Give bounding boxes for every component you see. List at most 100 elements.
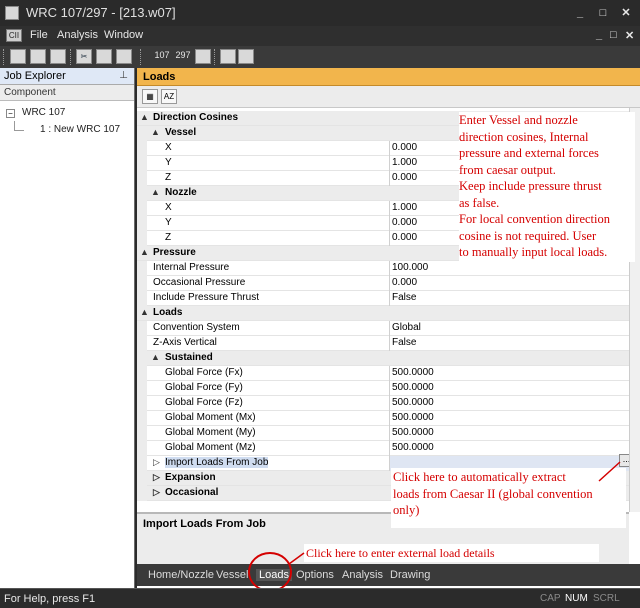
- tab-loads[interactable]: Loads: [256, 569, 292, 581]
- menu-window[interactable]: Window: [104, 29, 143, 41]
- annotation-line: cosine is not required. User: [459, 228, 597, 243]
- property-row[interactable]: Global Moment (My) 500.0000: [137, 426, 629, 441]
- tab-options[interactable]: Options: [296, 569, 334, 581]
- toolbar-separator: [140, 49, 142, 65]
- expand-icon[interactable]: ▷: [153, 472, 160, 483]
- document-icon[interactable]: CII: [6, 29, 22, 42]
- collapse-icon[interactable]: ▲: [140, 112, 149, 122]
- annotation-line: direction cosines, Internal: [459, 129, 589, 144]
- pin-icon[interactable]: ⊥: [119, 70, 128, 81]
- toolbar-separator: [214, 49, 216, 65]
- annotation-line: For local convention direction: [459, 212, 611, 226]
- scrl-indicator: SCRL: [593, 593, 620, 604]
- menu-file[interactable]: File: [30, 29, 48, 41]
- property-row[interactable]: Include Pressure Thrust False: [137, 291, 629, 306]
- tab-home-nozzle[interactable]: Home/Nozzle: [148, 569, 214, 581]
- calculator-icon[interactable]: [195, 49, 211, 64]
- annotation-line: to manually input local loads.: [459, 245, 608, 259]
- toolbar-grip: [3, 49, 5, 65]
- paste-icon[interactable]: [116, 49, 132, 64]
- property-value[interactable]: False: [389, 336, 629, 351]
- menu-analysis[interactable]: Analysis: [57, 29, 98, 41]
- collapse-icon[interactable]: ▲: [140, 307, 149, 317]
- expand-icon[interactable]: ▷: [153, 457, 160, 468]
- tree-connector: [14, 121, 24, 131]
- property-value[interactable]: 500.0000: [389, 396, 629, 411]
- category-loads[interactable]: ▲ Loads: [137, 306, 629, 321]
- close-button[interactable]: ✕: [620, 7, 632, 19]
- tree-root[interactable]: WRC 107: [22, 107, 65, 118]
- property-value[interactable]: 500.0000: [389, 441, 629, 456]
- cap-indicator: CAP: [540, 593, 561, 604]
- property-value[interactable]: 500.0000: [389, 381, 629, 396]
- tree-child[interactable]: 1 : New WRC 107: [40, 124, 120, 135]
- property-value[interactable]: False: [389, 291, 629, 306]
- word-report-icon[interactable]: [238, 49, 254, 64]
- collapse-icon[interactable]: ▲: [151, 127, 160, 137]
- component-column-header[interactable]: Component: [0, 85, 134, 101]
- toolbar: ✂ 107 297: [0, 46, 640, 68]
- annotation-line: only): [393, 503, 420, 517]
- mdi-minimize-button[interactable]: _: [596, 29, 602, 41]
- tab-drawing[interactable]: Drawing: [390, 569, 430, 581]
- annotation-tab: Click here to enter external load detail…: [304, 544, 599, 562]
- loads-title: Loads: [137, 68, 640, 86]
- property-value[interactable]: Global: [389, 321, 629, 336]
- bottom-tabs: Home/Nozzle Vessel Loads Options Analysi…: [137, 564, 640, 586]
- property-value[interactable]: 500.0000: [389, 366, 629, 381]
- property-toolbar: ▦ AZ: [137, 86, 640, 108]
- property-row[interactable]: Convention System Global: [137, 321, 629, 336]
- annotation-line: Click here to automatically extract: [393, 470, 566, 484]
- property-row[interactable]: Global Force (Fz) 500.0000: [137, 396, 629, 411]
- tab-vessel[interactable]: Vessel: [216, 569, 248, 581]
- mdi-restore-button[interactable]: □: [610, 29, 617, 41]
- property-row[interactable]: Z-Axis Vertical False: [137, 336, 629, 351]
- property-value[interactable]: 500.0000: [389, 426, 629, 441]
- expand-icon[interactable]: ▷: [153, 487, 160, 498]
- status-bar: For Help, press F1 CAP NUM SCRL: [0, 588, 640, 608]
- collapse-icon[interactable]: −: [6, 109, 15, 118]
- open-folder-icon[interactable]: [30, 49, 46, 64]
- minimize-button[interactable]: _: [574, 7, 586, 19]
- property-row[interactable]: Global Force (Fy) 500.0000: [137, 381, 629, 396]
- subcategory-sustained[interactable]: ▲ Sustained: [137, 351, 629, 366]
- status-help-text: For Help, press F1: [4, 593, 96, 605]
- analysis-icon[interactable]: [220, 49, 236, 64]
- num-indicator: NUM: [565, 593, 588, 604]
- wrc107-button[interactable]: 107: [152, 49, 172, 64]
- collapse-icon[interactable]: ▲: [140, 247, 149, 257]
- property-value[interactable]: 0.000: [389, 276, 629, 291]
- property-row[interactable]: Global Force (Fx) 500.0000: [137, 366, 629, 381]
- annotation-line: loads from Caesar II (global convention: [393, 486, 593, 501]
- job-explorer-panel: Job Explorer ⊥ Component − WRC 107 1 : N…: [0, 68, 135, 588]
- wrc297-button[interactable]: 297: [173, 49, 193, 64]
- property-row[interactable]: Occasional Pressure 0.000: [137, 276, 629, 291]
- cut-icon[interactable]: ✂: [76, 49, 92, 64]
- annotation-direction-cosines: Enter Vessel and nozzle direction cosine…: [459, 112, 635, 262]
- alphabetical-icon[interactable]: AZ: [161, 89, 177, 104]
- property-value[interactable]: 500.0000: [389, 411, 629, 426]
- title-bar: WRC 107/297 - [213.w07] _ □ ✕: [0, 0, 640, 26]
- copy-icon[interactable]: [96, 49, 112, 64]
- new-file-icon[interactable]: [10, 49, 26, 64]
- annotation-import: Click here to automatically extract load…: [391, 468, 626, 528]
- collapse-icon[interactable]: ▲: [151, 352, 160, 362]
- tab-analysis[interactable]: Analysis: [342, 569, 383, 581]
- toolbar-separator: [70, 49, 72, 65]
- save-icon[interactable]: [50, 49, 66, 64]
- annotation-line: pressure and external forces: [459, 146, 599, 160]
- description-title: Import Loads From Job: [143, 518, 266, 530]
- property-row[interactable]: Global Moment (Mx) 500.0000: [137, 411, 629, 426]
- app-icon: [5, 6, 19, 20]
- annotation-line: Keep include pressure thrust: [459, 179, 602, 193]
- categorized-icon[interactable]: ▦: [142, 89, 158, 104]
- menu-bar: CII File Analysis Window _ □ ✕: [0, 26, 640, 46]
- annotation-line: from caesar output.: [459, 162, 556, 177]
- property-value[interactable]: 100.000: [389, 261, 629, 276]
- maximize-button[interactable]: □: [597, 7, 609, 19]
- property-row[interactable]: Internal Pressure 100.000: [137, 261, 629, 276]
- property-row[interactable]: Global Moment (Mz) 500.0000: [137, 441, 629, 456]
- mdi-close-button[interactable]: ✕: [625, 29, 634, 42]
- annotation-line: as false.: [459, 195, 500, 210]
- collapse-icon[interactable]: ▲: [151, 187, 160, 197]
